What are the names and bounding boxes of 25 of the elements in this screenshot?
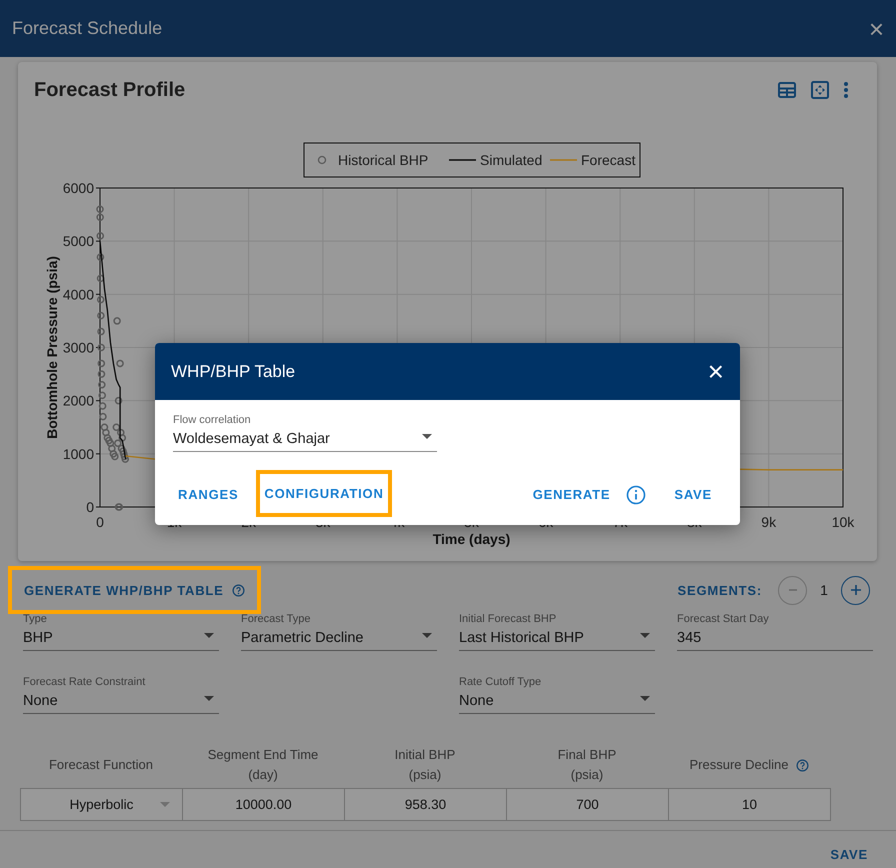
y-tick-label: 0	[86, 499, 94, 515]
x-tick-label: 9k	[761, 514, 776, 530]
y-axis-title: Bottomhole Pressure (psia)	[44, 256, 60, 439]
x-tick-label: 0	[96, 514, 104, 530]
y-tick-label: 4000	[62, 286, 94, 302]
dialog-title: WHP/BHP Table	[171, 362, 296, 382]
y-tick-label: 1000	[62, 446, 94, 462]
legend-label: Forecast	[581, 152, 636, 168]
legend-label: Historical BHP	[338, 152, 428, 168]
window-title: Forecast Schedule	[12, 18, 162, 39]
column-header: Final BHP (psia)	[558, 746, 616, 784]
segments-label: SEGMENTS:	[678, 582, 762, 598]
card-title: Forecast Profile	[34, 78, 186, 102]
column-header: Forecast Function	[48, 756, 154, 774]
legend-label: Simulated	[480, 152, 542, 168]
y-tick-label: 5000	[62, 233, 94, 250]
y-tick-label: 2000	[62, 392, 94, 409]
column-header: Segment End Time (day)	[208, 746, 318, 784]
x-tick-label: 10k	[832, 514, 854, 530]
column-header: Initial BHP (psia)	[394, 746, 456, 784]
x-axis-title: Time (days)	[432, 531, 510, 547]
y-tick-label: 3000	[62, 340, 94, 356]
segment-count: 1	[819, 582, 829, 598]
y-tick-label: 6000	[62, 180, 94, 196]
column-header: Pressure Decline	[690, 756, 788, 774]
